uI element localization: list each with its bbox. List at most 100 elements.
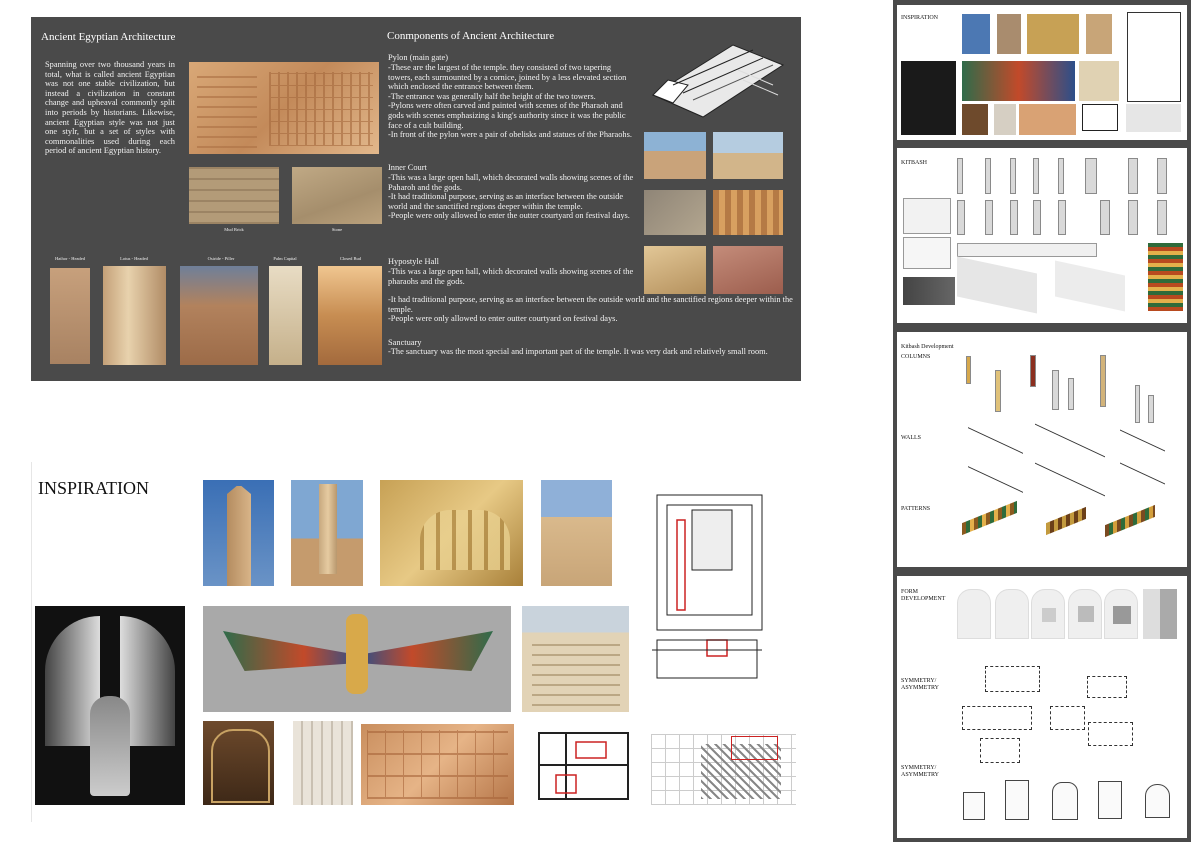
sidebar-inspiration-label: INSPIRATION bbox=[901, 15, 939, 21]
symmetry-plan bbox=[1050, 706, 1085, 730]
symmetry-label-2: SYMMETRY/ ASYMMETRY bbox=[901, 765, 940, 778]
kitbash-column bbox=[1033, 200, 1041, 235]
symmetry-plan-drawing bbox=[1098, 781, 1122, 819]
mini-winged-statue bbox=[901, 61, 956, 135]
modern-facade-photo bbox=[522, 606, 629, 712]
kitbash-door bbox=[903, 198, 951, 234]
symmetry-plan bbox=[962, 706, 1032, 730]
form-block bbox=[1143, 589, 1177, 639]
obelisk-photo bbox=[203, 480, 274, 586]
kitbash-column bbox=[1128, 200, 1138, 235]
sidebar-kitbash-label: KITBASH bbox=[901, 160, 928, 166]
kitbash-column bbox=[1010, 200, 1018, 235]
columns-label: COLUMNS bbox=[901, 354, 931, 360]
column-caption-lotus: Lotus - Headed bbox=[120, 256, 148, 261]
form-arch bbox=[1104, 589, 1138, 639]
kitbash-column bbox=[957, 158, 963, 194]
hypostyle-title: Hypostyle Hall bbox=[388, 257, 439, 266]
dev-column bbox=[1068, 378, 1074, 410]
court-text: -This was a large open hall, which decor… bbox=[388, 173, 634, 221]
column-caption-osiride: Osiride - Piller bbox=[207, 256, 235, 261]
hieroglyph-panel-photo bbox=[361, 724, 514, 805]
pylon-title: Pylon (main gate) bbox=[388, 53, 449, 62]
hathor-column-photo bbox=[50, 268, 90, 364]
lotus-column-photo bbox=[103, 266, 166, 365]
column-caption-closed-bud: Closed Bud bbox=[339, 256, 362, 261]
mini-plan bbox=[1127, 12, 1181, 102]
kitbash-column bbox=[1085, 158, 1097, 194]
kitbash-dev-label: Kitbash Development bbox=[901, 344, 954, 350]
form-arch bbox=[957, 589, 991, 639]
mini-door bbox=[962, 104, 988, 135]
temple-axonometric-drawing bbox=[643, 25, 793, 120]
sanctuary-text: -The sanctuary was the most special and … bbox=[388, 347, 768, 356]
board-title-left: Ancient Egyptian Architecture bbox=[41, 31, 176, 43]
temple-plan-drawing bbox=[652, 490, 797, 695]
closed-bud-photo bbox=[318, 266, 382, 365]
art-deco-door-photo bbox=[203, 721, 274, 805]
facade-elevation-drawing bbox=[293, 721, 353, 805]
relief-wall-photo bbox=[644, 190, 706, 235]
kitbash-column bbox=[1058, 200, 1066, 235]
kitbash-column bbox=[1157, 158, 1167, 194]
mini-obelisk bbox=[962, 14, 990, 54]
kitbash-column bbox=[1128, 158, 1138, 194]
mini-building bbox=[1086, 14, 1112, 54]
walls-label: WALLS bbox=[901, 435, 921, 441]
site-plan-grid bbox=[651, 734, 796, 805]
court-title: Inner Court bbox=[388, 163, 427, 172]
board-title-right: Conmponents of Ancient Architecture bbox=[387, 30, 555, 42]
kitbash-column bbox=[985, 158, 991, 194]
stone-photo bbox=[292, 167, 382, 224]
column-caption-palm: Palm Capital bbox=[273, 256, 297, 261]
form-dev-label: FORM DEVELOPMENT bbox=[901, 589, 946, 602]
kitbash-wall bbox=[903, 237, 951, 269]
hypostyle-text: -This was a large open hall, which decor… bbox=[388, 267, 634, 286]
symmetry-plan bbox=[980, 738, 1020, 763]
dev-column bbox=[1052, 370, 1059, 410]
symmetry-plan bbox=[985, 666, 1040, 692]
kitbash-column bbox=[1010, 158, 1016, 194]
winged-isis-painting bbox=[203, 606, 511, 712]
symmetry-plan-drawing bbox=[1005, 780, 1029, 820]
mini-elevation bbox=[994, 104, 1016, 135]
form-arch bbox=[1031, 589, 1065, 639]
kitbash-column bbox=[1058, 158, 1064, 194]
dev-column bbox=[966, 356, 971, 384]
kitbash-column bbox=[1033, 158, 1039, 194]
dev-column bbox=[1030, 355, 1036, 387]
kitbash-pattern bbox=[1148, 243, 1183, 311]
papyrus-column-photo bbox=[291, 480, 363, 586]
symmetry-plan-drawing bbox=[1052, 782, 1078, 820]
floor-plan-red bbox=[536, 730, 631, 804]
mini-siteplan bbox=[1126, 104, 1181, 132]
gold-door-relief-photo bbox=[380, 480, 523, 586]
dev-column bbox=[995, 370, 1001, 412]
hieroglyph-relief-photo bbox=[189, 62, 379, 154]
temple-model-photo bbox=[644, 246, 706, 294]
mud-brick-caption: Mud Brick bbox=[224, 227, 244, 232]
palm-capital-photo bbox=[269, 266, 302, 365]
mini-isis bbox=[962, 61, 1075, 101]
colonnade-photo bbox=[713, 190, 783, 235]
patterns-label: PATTERNS bbox=[901, 506, 931, 512]
step-pyramid-photo bbox=[644, 132, 706, 179]
form-arch bbox=[1068, 589, 1102, 639]
intro-text: Spanning over two thousand years in tota… bbox=[45, 60, 175, 156]
petra-facade-photo bbox=[713, 246, 783, 294]
mini-facade bbox=[1079, 61, 1119, 101]
mini-column bbox=[997, 14, 1021, 54]
symmetry-plan bbox=[1087, 676, 1127, 698]
dev-column bbox=[1135, 385, 1140, 423]
hypostyle-text-2: -It had traditional purpose, serving as … bbox=[388, 295, 793, 324]
giza-pyramids-photo bbox=[713, 132, 783, 179]
mud-brick-photo bbox=[189, 167, 279, 224]
kitbash-statue bbox=[903, 277, 955, 305]
symmetry-label-1: SYMMETRY/ ASYMMETRY bbox=[901, 678, 940, 691]
inspiration-title: INSPIRATION bbox=[38, 478, 150, 498]
mini-gold-door bbox=[1027, 14, 1079, 54]
symmetry-plan-drawing bbox=[1145, 784, 1170, 818]
column-caption-hathor: Hathor - Headed bbox=[55, 256, 85, 261]
mini-hieroglyphs bbox=[1019, 104, 1076, 135]
kitbash-column bbox=[1157, 200, 1167, 235]
